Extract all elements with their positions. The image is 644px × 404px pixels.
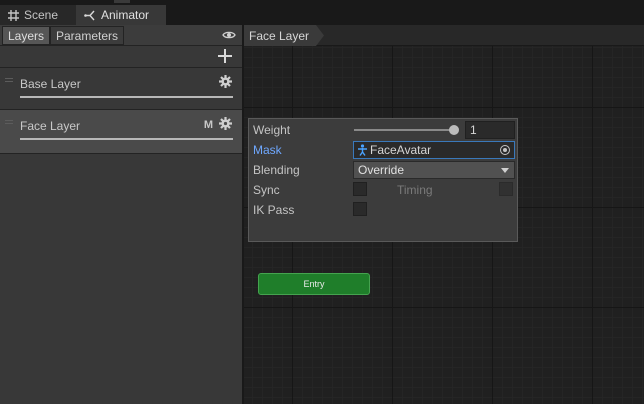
sync-label: Sync (253, 183, 280, 197)
mask-indicator: M (203, 119, 213, 131)
layer-settings-popup: Weight 1 Mask FaceAvatar Blending Overri… (248, 118, 518, 242)
layer-name: Base Layer (20, 77, 81, 91)
tab-parameters[interactable]: Parameters (50, 26, 124, 45)
animator-icon (84, 10, 95, 20)
sync-checkbox[interactable] (353, 182, 367, 196)
state-machine-graph[interactable]: Face Layer Weight 1 Mask FaceAvatar Blen… (244, 25, 644, 404)
blending-label: Blending (253, 163, 300, 177)
tab-animator-label: Animator (101, 8, 150, 22)
tab-scene-label: Scene (24, 8, 59, 22)
gear-icon[interactable] (219, 117, 232, 130)
window-tab-bar: Scene Animator (0, 5, 644, 25)
weight-field[interactable]: 1 (465, 121, 515, 139)
ikpass-checkbox[interactable] (353, 202, 367, 216)
chevron-down-icon (501, 168, 509, 173)
breadcrumb-item[interactable]: Face Layer (244, 25, 324, 46)
mask-object-field[interactable]: FaceAvatar (353, 141, 515, 159)
tab-animator[interactable]: Animator (76, 5, 166, 25)
avatar-mask-icon (358, 144, 367, 156)
panel-toolbar: Layers Parameters (0, 25, 242, 46)
layer-weight-bar (20, 138, 233, 140)
breadcrumb: Face Layer (244, 25, 644, 46)
layer-name: Face Layer (20, 119, 81, 133)
timing-checkbox[interactable] (499, 182, 513, 196)
weight-label: Weight (253, 123, 291, 137)
layer-item-face[interactable]: Face Layer M (0, 110, 242, 154)
tab-layers[interactable]: Layers (2, 26, 50, 45)
grid-icon (8, 9, 19, 21)
ikpass-label: IK Pass (253, 203, 295, 217)
entry-node[interactable]: Entry (258, 273, 370, 295)
layer-weight-bar (20, 96, 233, 98)
timing-label: Timing (397, 183, 433, 197)
layers-panel: Layers Parameters Base Layer Face Layer … (0, 25, 242, 404)
drag-handle-icon[interactable] (5, 120, 13, 124)
add-layer-button[interactable] (218, 49, 232, 63)
strip-handle (114, 0, 130, 3)
mask-label: Mask (253, 143, 282, 157)
mask-value: FaceAvatar (370, 143, 432, 157)
weight-slider[interactable] (354, 125, 459, 135)
drag-handle-icon[interactable] (5, 78, 13, 82)
eye-icon[interactable] (222, 29, 236, 41)
blending-dropdown[interactable]: Override (353, 161, 515, 179)
layer-item-base[interactable]: Base Layer (0, 68, 242, 110)
slider-thumb[interactable] (449, 125, 459, 135)
object-picker-icon[interactable] (500, 145, 510, 155)
add-layer-row (0, 46, 242, 68)
gear-icon[interactable] (219, 75, 232, 88)
tab-scene[interactable]: Scene (0, 5, 76, 25)
blending-value: Override (358, 163, 405, 177)
